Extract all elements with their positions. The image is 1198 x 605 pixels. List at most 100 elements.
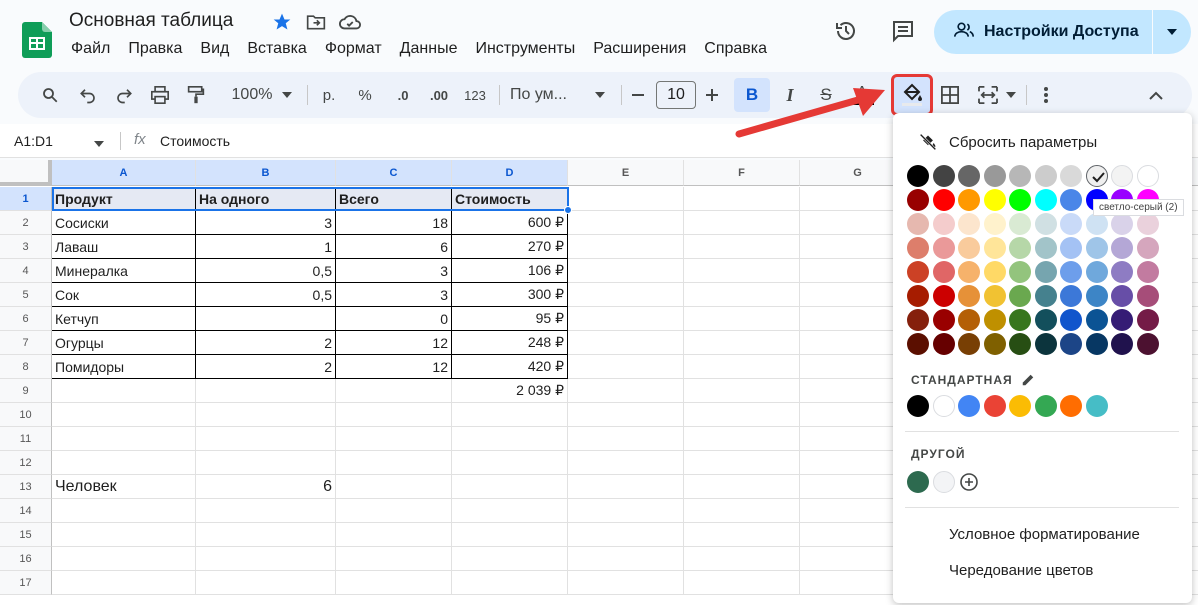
increase-font-size-icon[interactable] [700, 83, 724, 107]
color-swatch[interactable] [983, 285, 1006, 307]
color-swatch[interactable] [1111, 333, 1133, 355]
cell[interactable] [684, 427, 800, 451]
row-header-3[interactable]: 3 [0, 235, 52, 259]
color-swatch[interactable] [983, 213, 1006, 235]
zoom-dropdown-icon[interactable] [280, 83, 294, 107]
color-swatch[interactable] [932, 261, 955, 283]
table-cell[interactable]: 95 ₽ [452, 307, 568, 331]
color-swatch[interactable] [983, 165, 1006, 187]
total-cell[interactable]: 2 039 ₽ [452, 379, 568, 403]
merge-cells-icon[interactable] [976, 83, 1000, 107]
row-header-17[interactable]: 17 [0, 571, 52, 595]
cell[interactable] [52, 499, 196, 523]
color-swatch[interactable] [1060, 237, 1082, 259]
row-header-6[interactable]: 6 [0, 307, 52, 331]
menu-data[interactable]: Данные [391, 38, 467, 60]
currency-format-button[interactable]: р. [316, 83, 342, 107]
merge-dropdown-icon[interactable] [1004, 83, 1018, 107]
color-swatch[interactable] [1060, 285, 1082, 307]
people-label-cell[interactable]: Человек [52, 475, 196, 499]
cell[interactable] [52, 547, 196, 571]
cell[interactable] [684, 499, 800, 523]
cell[interactable] [196, 451, 336, 475]
cell[interactable] [196, 379, 336, 403]
undo-icon[interactable] [76, 83, 100, 107]
italic-button[interactable]: I [778, 83, 802, 107]
cell[interactable] [52, 379, 196, 403]
name-box-dropdown-icon[interactable] [94, 134, 104, 152]
color-swatch[interactable] [1111, 261, 1133, 283]
color-swatch[interactable] [983, 189, 1006, 211]
add-custom-color-icon[interactable] [958, 471, 980, 493]
cell[interactable] [684, 235, 800, 259]
cell[interactable] [568, 331, 684, 355]
table-cell[interactable]: Сок [52, 283, 196, 307]
menu-tools[interactable]: Инструменты [466, 38, 584, 60]
color-swatch[interactable] [958, 261, 980, 283]
color-swatch[interactable] [1136, 165, 1159, 187]
select-all-corner[interactable] [0, 160, 52, 186]
color-swatch-selected[interactable] [1085, 165, 1108, 187]
table-cell[interactable]: Кетчуп [52, 307, 196, 331]
row-header-5[interactable]: 5 [0, 283, 52, 307]
color-swatch[interactable] [1034, 237, 1057, 259]
table-cell[interactable]: Лаваш [52, 235, 196, 259]
cell[interactable] [684, 187, 800, 211]
cell[interactable] [336, 451, 452, 475]
table-cell[interactable]: 1 [196, 235, 336, 259]
color-swatch[interactable] [1034, 309, 1057, 331]
cell[interactable] [52, 451, 196, 475]
cell[interactable] [568, 403, 684, 427]
cell[interactable] [568, 259, 684, 283]
cell[interactable] [52, 403, 196, 427]
cell[interactable] [452, 499, 568, 523]
cell[interactable] [52, 571, 196, 595]
color-swatch[interactable] [1136, 237, 1159, 259]
color-swatch[interactable] [958, 333, 980, 355]
color-swatch[interactable] [907, 213, 929, 235]
menu-format[interactable]: Формат [316, 38, 391, 60]
color-swatch[interactable] [1009, 285, 1031, 307]
redo-icon[interactable] [112, 83, 136, 107]
color-swatch[interactable] [958, 213, 980, 235]
cell[interactable] [452, 547, 568, 571]
cell[interactable] [684, 355, 800, 379]
color-swatch[interactable] [1060, 333, 1082, 355]
reset-colors-button[interactable]: Сбросить параметры [919, 133, 1097, 151]
cell[interactable] [684, 547, 800, 571]
cell[interactable] [452, 571, 568, 595]
table-cell[interactable]: 3 [336, 259, 452, 283]
menu-insert[interactable]: Вставка [238, 38, 315, 60]
standard-color-swatch[interactable] [932, 395, 955, 417]
row-header-15[interactable]: 15 [0, 523, 52, 547]
table-header-cell[interactable]: На одного [196, 187, 336, 211]
cell[interactable] [684, 379, 800, 403]
row-header-4[interactable]: 4 [0, 259, 52, 283]
cell[interactable] [196, 523, 336, 547]
row-header-10[interactable]: 10 [0, 403, 52, 427]
table-cell[interactable]: 18 [336, 211, 452, 235]
cell[interactable] [196, 547, 336, 571]
color-swatch[interactable] [1136, 309, 1159, 331]
table-cell[interactable]: 300 ₽ [452, 283, 568, 307]
cell[interactable] [196, 403, 336, 427]
column-header-e[interactable]: E [568, 160, 684, 186]
table-cell[interactable]: 2 [196, 355, 336, 379]
font-dropdown-icon[interactable] [593, 83, 607, 107]
menu-help[interactable]: Справка [695, 38, 776, 60]
table-header-cell[interactable]: Всего [336, 187, 452, 211]
cell[interactable] [336, 427, 452, 451]
color-swatch[interactable] [1034, 213, 1057, 235]
table-cell[interactable]: Минералка [52, 259, 196, 283]
cell[interactable] [684, 451, 800, 475]
row-header-8[interactable]: 8 [0, 355, 52, 379]
column-header-a[interactable]: A [52, 160, 196, 186]
standard-color-swatch[interactable] [1009, 395, 1031, 417]
color-swatch[interactable] [1060, 189, 1082, 211]
cell[interactable] [52, 523, 196, 547]
borders-icon[interactable] [938, 83, 962, 107]
zoom-select[interactable]: 100% [222, 83, 282, 107]
color-swatch[interactable] [1009, 261, 1031, 283]
cell[interactable] [336, 571, 452, 595]
color-swatch[interactable] [1009, 213, 1031, 235]
